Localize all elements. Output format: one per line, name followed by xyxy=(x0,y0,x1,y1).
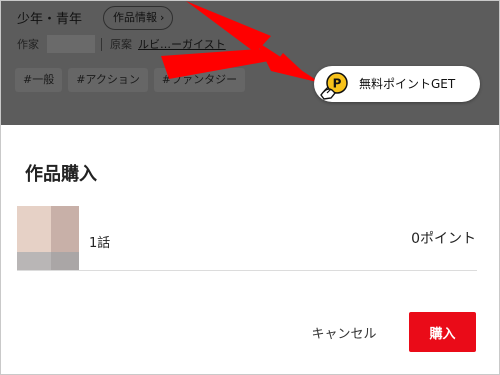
purchase-dialog: 作品購入 1話 0ポイント キャンセル 購入 xyxy=(1,125,499,374)
free-points-button[interactable]: P 無料ポイントGET xyxy=(314,66,480,102)
cancel-button[interactable]: キャンセル xyxy=(299,312,389,352)
app-frame: 少年・青年 作品情報 › 作家 原案 ルビ…ーガイスト #一般 #アクション #… xyxy=(0,0,500,375)
credits-divider xyxy=(101,37,102,51)
episode-thumbnail xyxy=(17,206,79,270)
coin-hand-icon: P xyxy=(320,72,348,100)
episode-label: 1話 xyxy=(89,236,111,251)
tag-item[interactable]: #一般 xyxy=(15,68,63,92)
author-name-blurred xyxy=(47,35,95,53)
price-label: 0ポイント xyxy=(411,231,476,247)
dimmed-page-backdrop[interactable]: 少年・青年 作品情報 › 作家 原案 ルビ…ーガイスト #一般 #アクション #… xyxy=(1,1,499,125)
author-label: 作家 xyxy=(17,38,39,51)
free-points-label: 無料ポイントGET xyxy=(359,77,456,91)
buy-button[interactable]: 購入 xyxy=(409,312,476,352)
dialog-title: 作品購入 xyxy=(25,164,97,185)
row-divider xyxy=(17,270,477,271)
svg-text:P: P xyxy=(333,77,342,91)
genre-label: 少年・青年 xyxy=(17,12,83,27)
original-label: 原案 xyxy=(110,38,132,51)
tag-item[interactable]: #アクション xyxy=(68,68,148,92)
